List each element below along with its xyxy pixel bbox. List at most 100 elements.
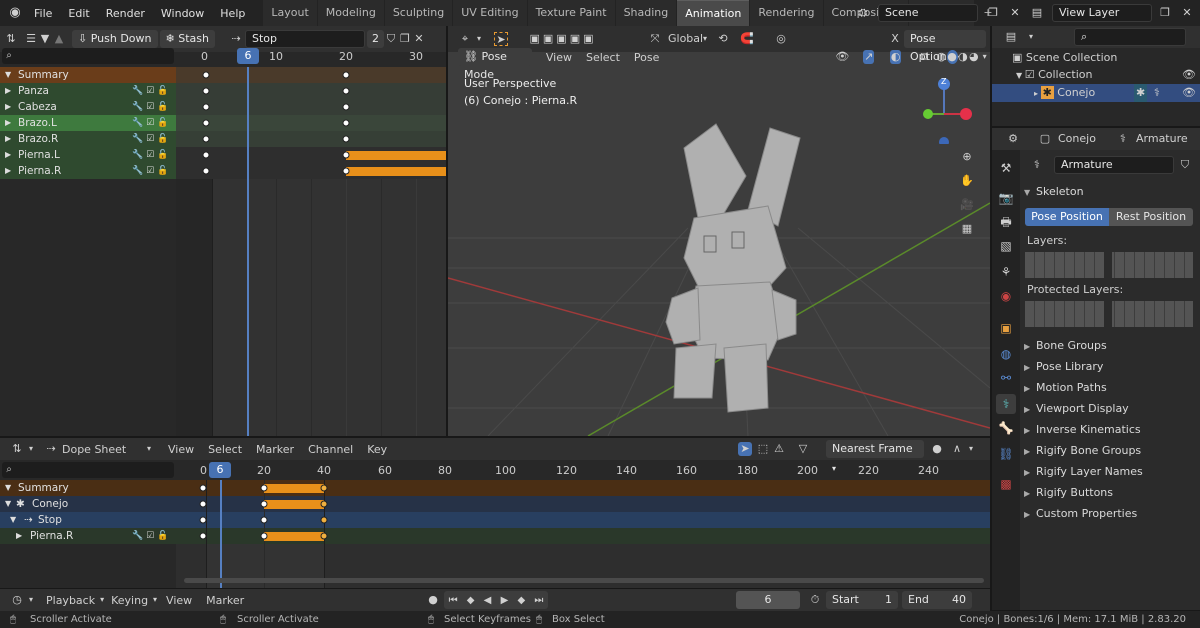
render-tab-icon[interactable]: 📷	[996, 188, 1016, 208]
falloff-icon[interactable]: ∧	[950, 442, 964, 456]
texture-tab-icon[interactable]: ▩	[996, 474, 1016, 494]
hand-pan-icon[interactable]: ✋	[960, 174, 974, 188]
wireframe-shading-icon[interactable]: ◍	[936, 50, 947, 64]
scene-field[interactable]: Scene	[878, 4, 978, 22]
keyframe[interactable]	[342, 151, 350, 159]
shield-icon[interactable]: ⛉	[1178, 158, 1192, 172]
ds-keyframe-area[interactable]	[176, 480, 990, 588]
rest-position-button[interactable]: Rest Position	[1109, 208, 1193, 226]
keyframe[interactable]	[260, 532, 268, 540]
outliner-search[interactable]: ⌕	[1074, 28, 1186, 46]
bone-constraint-tab-icon[interactable]: ⛓	[996, 444, 1016, 464]
view-menu[interactable]: View	[166, 594, 192, 607]
view-layer-icon[interactable]: ▤	[1030, 6, 1044, 20]
select-mode-icons[interactable]: ▣▣▣▣▣	[528, 32, 598, 46]
toggle-row[interactable]: 🔧 ☑ 🔓	[132, 83, 176, 99]
tab-shading[interactable]: Shading	[615, 0, 677, 26]
menu-help[interactable]: Help	[212, 7, 253, 20]
ds-horizontal-scrollbar[interactable]	[184, 578, 984, 583]
close-icon[interactable]: ✕	[1008, 6, 1022, 20]
copy-scene-icon[interactable]: ❐	[986, 6, 1000, 20]
eye-icon[interactable]: 👁	[1182, 67, 1196, 83]
next-keyframe-icon[interactable]: ◆	[517, 595, 525, 606]
action-users[interactable]: 2	[366, 30, 384, 48]
menu-pose[interactable]: Pose	[634, 51, 659, 64]
outliner-row-scene-collection[interactable]: ▣ Scene Collection	[992, 50, 1200, 66]
armature-tab-icon[interactable]: ⚕	[996, 394, 1016, 414]
object-tab-icon[interactable]: ▣	[996, 318, 1016, 338]
push-down-button[interactable]: ⇩ Push Down	[72, 30, 158, 48]
panel-inverse-kinematics[interactable]: ▶ Inverse Kinematics	[1024, 419, 1194, 440]
select-tool-icon[interactable]: ➤	[494, 32, 508, 46]
perspective-grid-icon[interactable]: ▦	[960, 222, 974, 236]
skeleton-panel-header[interactable]: ▼ Skeleton	[1024, 181, 1194, 202]
overlay-toggle-icon[interactable]: ◐	[890, 50, 902, 64]
keyframe[interactable]	[202, 103, 210, 111]
tool-tab-icon[interactable]: ⚒	[996, 158, 1016, 178]
jump-start-icon[interactable]: ⏮	[449, 595, 458, 606]
keyframe[interactable]	[342, 71, 350, 79]
dope-sheet-mode[interactable]: Dope Sheet	[62, 443, 142, 456]
mode-selector[interactable]: ⛓ Pose Mode	[458, 48, 532, 81]
pivot-icon[interactable]: ⟲	[716, 32, 730, 46]
chevron-down-icon[interactable]: ▾	[24, 442, 38, 456]
keyframe[interactable]	[342, 119, 350, 127]
snap-icon[interactable]: 🧲	[740, 32, 754, 46]
blender-logo-icon[interactable]: ◉	[8, 6, 22, 20]
output-tab-icon[interactable]: 🖶	[996, 212, 1016, 232]
menu-select[interactable]: Select	[586, 51, 620, 64]
up-icon[interactable]: ▲	[52, 32, 66, 46]
select-cursor-icon[interactable]: ➤	[738, 442, 752, 456]
expand-icon[interactable]: ▸	[1034, 89, 1041, 98]
filter-icon[interactable]: ▾	[1024, 30, 1038, 44]
outliner-row-collection[interactable]: ▼ ☑ Collection 👁	[992, 67, 1200, 83]
filter-icon[interactable]: ▼	[38, 32, 52, 46]
play-reverse-icon[interactable]: ◀	[484, 595, 492, 606]
menu-channel[interactable]: Channel	[308, 443, 353, 456]
close-icon[interactable]: ✕	[412, 32, 426, 46]
keyframe[interactable]	[199, 484, 207, 492]
chevron-down-icon[interactable]: ▾	[472, 32, 486, 46]
ds-channel-toggles[interactable]: 🔧 ☑ 🔓	[132, 528, 168, 544]
nla-keyframe-area[interactable]	[176, 67, 446, 436]
view-layer-field[interactable]: View Layer	[1052, 4, 1152, 22]
start-frame-field[interactable]: Start 1	[826, 591, 898, 609]
tab-sculpting[interactable]: Sculpting	[384, 0, 453, 26]
stopwatch-icon[interactable]: ⏱	[808, 593, 822, 607]
toggle-row[interactable]: 🔧 ☑ 🔓	[132, 163, 176, 179]
armature-name-field[interactable]: Armature	[1054, 156, 1174, 174]
chevron-down-icon[interactable]: ▾	[142, 442, 156, 456]
scene-icon[interactable]: ⛭	[856, 6, 870, 20]
solid-shading-icon[interactable]: ●	[946, 50, 958, 64]
copy-action-icon[interactable]: ❐	[398, 32, 412, 46]
keyframe[interactable]	[342, 135, 350, 143]
current-frame-indicator[interactable]: 6	[209, 462, 231, 478]
menu-select[interactable]: Select	[208, 443, 242, 456]
world-tab-icon[interactable]: ◉	[996, 286, 1016, 306]
tab-layout[interactable]: Layout	[263, 0, 317, 26]
view-layer-tab-icon[interactable]: ▧	[996, 236, 1016, 256]
transform-icon[interactable]: ⤧	[648, 32, 662, 46]
action-icon[interactable]: ⇢	[229, 32, 243, 46]
panel-pose-library[interactable]: ▶ Pose Library	[1024, 356, 1194, 377]
prev-keyframe-icon[interactable]: ◆	[467, 595, 475, 606]
keying-menu[interactable]: Keying	[111, 594, 148, 607]
current-frame-field[interactable]: 6	[736, 591, 800, 609]
camera-icon[interactable]: 🎥	[960, 198, 974, 212]
keyframe[interactable]	[202, 87, 210, 95]
close-icon[interactable]: ✕	[1180, 6, 1194, 20]
material-shading-icon[interactable]: ◑	[958, 50, 969, 64]
keyframe[interactable]	[199, 500, 207, 508]
panel-rigify-layer-names[interactable]: ▶ Rigify Layer Names	[1024, 461, 1194, 482]
stash-button[interactable]: ❄ Stash	[159, 30, 215, 48]
keyframe[interactable]	[260, 484, 268, 492]
rendered-shading-icon[interactable]: ◕	[968, 50, 979, 64]
keyframe[interactable]	[202, 151, 210, 159]
menu-window[interactable]: Window	[153, 7, 212, 20]
marker-menu[interactable]: Marker	[206, 594, 244, 607]
editor-type-icon[interactable]: ⚙	[1006, 132, 1020, 146]
warning-icon[interactable]: ⚠	[772, 442, 786, 456]
keyframe[interactable]	[320, 532, 328, 540]
editor-type-icon[interactable]: ▤	[1004, 30, 1018, 44]
object-tab-label[interactable]: Conejo	[1058, 132, 1096, 145]
